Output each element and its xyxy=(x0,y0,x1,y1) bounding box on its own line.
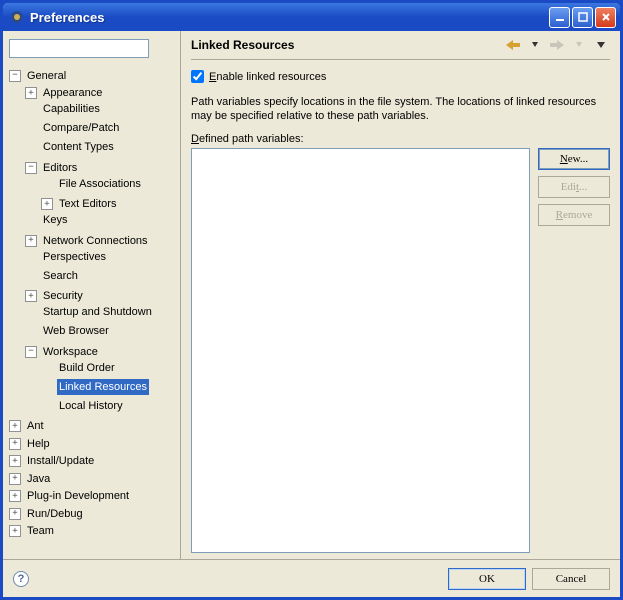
tree-item-perspectives[interactable]: Perspectives xyxy=(41,249,108,265)
back-menu-icon[interactable] xyxy=(526,37,544,53)
app-icon xyxy=(9,9,25,25)
tree-item-editors[interactable]: Editors xyxy=(41,160,79,176)
expand-icon[interactable]: + xyxy=(9,455,21,467)
tree-item-workspace[interactable]: Workspace xyxy=(41,344,100,360)
collapse-icon[interactable]: − xyxy=(25,162,37,174)
tree-item-ant[interactable]: Ant xyxy=(25,418,46,434)
tree-item-file-associations[interactable]: File Associations xyxy=(57,176,143,192)
tree-item-security[interactable]: Security xyxy=(41,288,85,304)
expand-icon[interactable]: + xyxy=(25,87,37,99)
expand-icon[interactable]: + xyxy=(9,508,21,520)
collapse-icon[interactable]: − xyxy=(25,346,37,358)
new-button[interactable]: New... xyxy=(538,148,610,170)
titlebar[interactable]: Preferences xyxy=(3,3,620,31)
tree-item-compare-patch[interactable]: Compare/Patch xyxy=(41,120,121,136)
tree-item-run-debug[interactable]: Run/Debug xyxy=(25,506,85,522)
forward-menu-icon[interactable] xyxy=(570,37,588,53)
tree-item-local-history[interactable]: Local History xyxy=(57,398,125,414)
expand-icon[interactable]: + xyxy=(9,473,21,485)
remove-button[interactable]: Remove xyxy=(538,204,610,226)
maximize-button[interactable] xyxy=(572,7,593,28)
tree-item-network[interactable]: Network Connections xyxy=(41,233,150,249)
expand-icon[interactable]: + xyxy=(9,420,21,432)
expand-icon[interactable]: + xyxy=(25,235,37,247)
separator xyxy=(191,59,610,60)
tree-item-build-order[interactable]: Build Order xyxy=(57,360,117,376)
ok-button[interactable]: OK xyxy=(448,568,526,590)
tree-item-install-update[interactable]: Install/Update xyxy=(25,453,96,469)
content-panel: Linked Resources Enable linked resources… xyxy=(181,31,620,559)
expand-icon[interactable]: + xyxy=(41,198,53,210)
tree-item-capabilities[interactable]: Capabilities xyxy=(41,101,102,117)
view-menu-icon[interactable] xyxy=(592,37,610,53)
description-text: Path variables specify locations in the … xyxy=(191,95,610,123)
preference-tree[interactable]: − General + Appearance Capabilities Compa… xyxy=(9,66,176,553)
expand-icon[interactable]: + xyxy=(25,290,37,302)
tree-item-help[interactable]: Help xyxy=(25,436,52,452)
enable-linked-resources-label[interactable]: Enable linked resources xyxy=(209,71,326,83)
tree-item-team[interactable]: Team xyxy=(25,523,56,539)
collapse-icon[interactable]: − xyxy=(9,70,21,82)
tree-item-web-browser[interactable]: Web Browser xyxy=(41,323,111,339)
page-title: Linked Resources xyxy=(191,38,504,52)
cancel-button[interactable]: Cancel xyxy=(532,568,610,590)
tree-item-appearance[interactable]: Appearance xyxy=(41,85,104,101)
expand-icon[interactable]: + xyxy=(9,490,21,502)
tree-item-search[interactable]: Search xyxy=(41,268,80,284)
minimize-button[interactable] xyxy=(549,7,570,28)
forward-button[interactable] xyxy=(548,37,566,53)
close-button[interactable] xyxy=(595,7,616,28)
tree-item-keys[interactable]: Keys xyxy=(41,212,69,228)
tree-panel: − General + Appearance Capabilities Compa… xyxy=(3,31,181,559)
tree-item-text-editors[interactable]: Text Editors xyxy=(57,196,118,212)
expand-icon[interactable]: + xyxy=(9,525,21,537)
preferences-window: Preferences − General xyxy=(0,0,623,600)
defined-variables-label: Defined path variables: xyxy=(191,133,610,145)
tree-item-plugin-dev[interactable]: Plug-in Development xyxy=(25,488,131,504)
back-button[interactable] xyxy=(504,37,522,53)
tree-item-general[interactable]: General xyxy=(25,68,68,84)
tree-item-content-types[interactable]: Content Types xyxy=(41,139,116,155)
enable-linked-resources-checkbox[interactable] xyxy=(191,70,204,83)
tree-item-startup[interactable]: Startup and Shutdown xyxy=(41,304,154,320)
tree-item-java[interactable]: Java xyxy=(25,471,52,487)
path-variables-list[interactable] xyxy=(191,148,530,553)
footer: ? OK Cancel xyxy=(3,559,620,597)
help-icon[interactable]: ? xyxy=(13,571,29,587)
window-title: Preferences xyxy=(30,10,549,25)
expand-icon[interactable]: + xyxy=(9,438,21,450)
tree-item-linked-resources[interactable]: Linked Resources xyxy=(57,379,149,395)
filter-input[interactable] xyxy=(9,39,149,58)
edit-button[interactable]: Edit... xyxy=(538,176,610,198)
